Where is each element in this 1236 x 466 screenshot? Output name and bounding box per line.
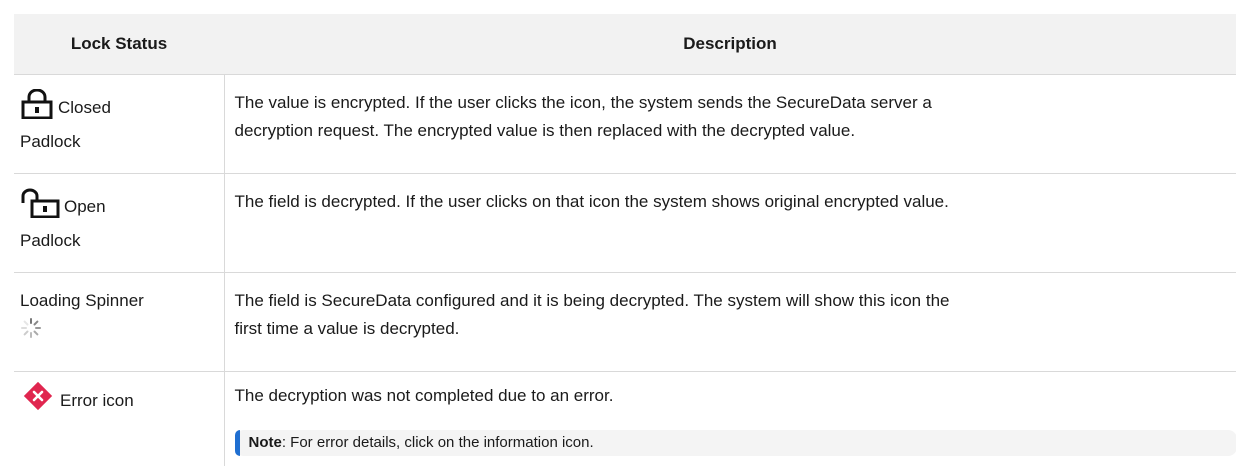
description-line: first time a value is decrypted. — [234, 319, 460, 338]
closed-padlock-icon — [20, 88, 54, 128]
description-cell: The decryption was not completed due to … — [224, 372, 1236, 466]
description-cell: The value is encrypted. If the user clic… — [224, 74, 1236, 174]
error-icon — [20, 381, 56, 421]
description-line: The value is encrypted. If the user clic… — [234, 93, 932, 112]
description-cell: The field is decrypted. If the user clic… — [224, 173, 1236, 273]
header-lock-status: Lock Status — [14, 14, 224, 75]
table-header-row: Lock Status Description — [14, 14, 1236, 75]
lock-status-cell: Closed Padlock — [14, 74, 225, 174]
loading-spinner-icon — [20, 317, 216, 348]
table-row: Open Padlock The field is decrypted. If … — [14, 173, 1236, 273]
table-row: Closed Padlock The value is encrypted. I… — [14, 74, 1236, 174]
lock-status-cell: Open Padlock — [14, 173, 225, 273]
description-line: decryption request. The encrypted value … — [234, 121, 856, 140]
status-label: Closed — [58, 98, 111, 117]
header-description: Description — [224, 14, 1236, 75]
lock-status-cell: Error icon — [14, 371, 225, 466]
status-label-line2: Padlock — [20, 231, 81, 250]
note-callout: Note: For error details, click on the in… — [234, 430, 1236, 456]
status-label-line2: Padlock — [20, 132, 81, 151]
table-row: Error icon The decryption was not comple… — [14, 371, 1236, 466]
note-text: : For error details, click on the inform… — [281, 434, 594, 451]
description-line: The field is decrypted. If the user clic… — [234, 192, 949, 211]
table-row: Loading Spinner The field is SecureData … — [14, 272, 1236, 372]
lock-status-cell: Loading Spinner — [14, 272, 225, 372]
status-label: Loading Spinner — [20, 291, 144, 310]
lock-status-table-wrapper: Lock Status Description Closed Padlock T… — [14, 14, 1236, 466]
lock-status-table: Lock Status Description Closed Padlock T… — [14, 14, 1236, 466]
description-line: The field is SecureData configured and i… — [234, 291, 950, 310]
status-label: Error icon — [60, 391, 134, 410]
open-padlock-icon — [20, 188, 60, 227]
description-line: The decryption was not completed due to … — [234, 386, 614, 405]
status-label: Open — [64, 197, 106, 216]
description-cell: The field is SecureData configured and i… — [224, 272, 1236, 372]
note-label: Note — [248, 434, 282, 451]
